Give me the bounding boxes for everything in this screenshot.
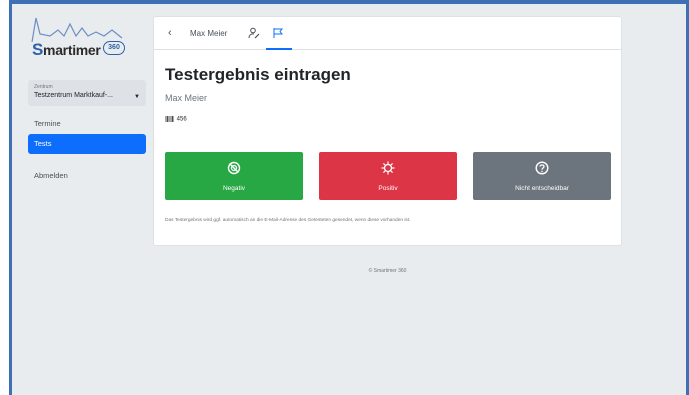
- zentrum-select[interactable]: Zentrum Testzentrum Marktkauf-... ▼: [28, 80, 146, 106]
- sidebar-nav: Termine Tests Abmelden: [28, 114, 146, 186]
- negative-button[interactable]: Negativ: [165, 152, 303, 200]
- test-id-value: 456: [176, 116, 187, 123]
- page-title: Testergebnis eintragen: [165, 65, 351, 84]
- virus-slash-icon: [165, 161, 303, 175]
- nav-person-name[interactable]: Max Meier: [190, 29, 227, 38]
- sidebar: Smartimer 360 Zentrum Testzentrum Marktk…: [28, 14, 146, 186]
- caret-down-icon: ▼: [134, 94, 140, 100]
- brand-badge: 360: [103, 41, 125, 55]
- sidebar-item-termine[interactable]: Termine: [28, 114, 146, 134]
- negative-button-label: Negativ: [222, 185, 246, 192]
- zentrum-label: Zentrum: [34, 84, 53, 90]
- undecidable-button[interactable]: Nicht entscheidbar: [473, 152, 611, 200]
- footer-copyright: © Smartimer 360: [368, 268, 407, 274]
- positive-button[interactable]: Positiv: [319, 152, 457, 200]
- active-tab-indicator: [266, 48, 292, 50]
- brand-logo[interactable]: Smartimer 360: [30, 14, 126, 60]
- barcode-icon: [165, 116, 174, 122]
- window-frame-left: [0, 0, 12, 395]
- sidebar-item-abmelden[interactable]: Abmelden: [28, 166, 146, 186]
- positive-button-label: Positiv: [378, 185, 398, 192]
- question-circle-icon: [473, 161, 611, 175]
- window-frame-top: [0, 0, 689, 4]
- sidebar-item-tests[interactable]: Tests: [28, 134, 146, 154]
- virus-icon: [319, 161, 457, 175]
- brand-name: Smartimer: [32, 40, 101, 59]
- person-edit-icon[interactable]: [248, 26, 260, 44]
- person-name: Max Meier: [165, 93, 208, 103]
- flag-icon[interactable]: [272, 26, 284, 44]
- email-note: Das Testergebnis wird ggf. automatisch a…: [165, 218, 411, 223]
- brand-name-rest: martimer: [43, 42, 101, 58]
- zentrum-value: Testzentrum Marktkauf-...: [34, 92, 113, 99]
- top-nav: ‹ Max Meier: [154, 17, 621, 50]
- chevron-left-icon[interactable]: ‹: [168, 27, 172, 39]
- undecidable-button-label: Nicht entscheidbar: [515, 185, 569, 192]
- test-id: 456: [165, 116, 187, 123]
- result-card: ‹ Max Meier Testergebnis eintragen Max M…: [153, 16, 622, 246]
